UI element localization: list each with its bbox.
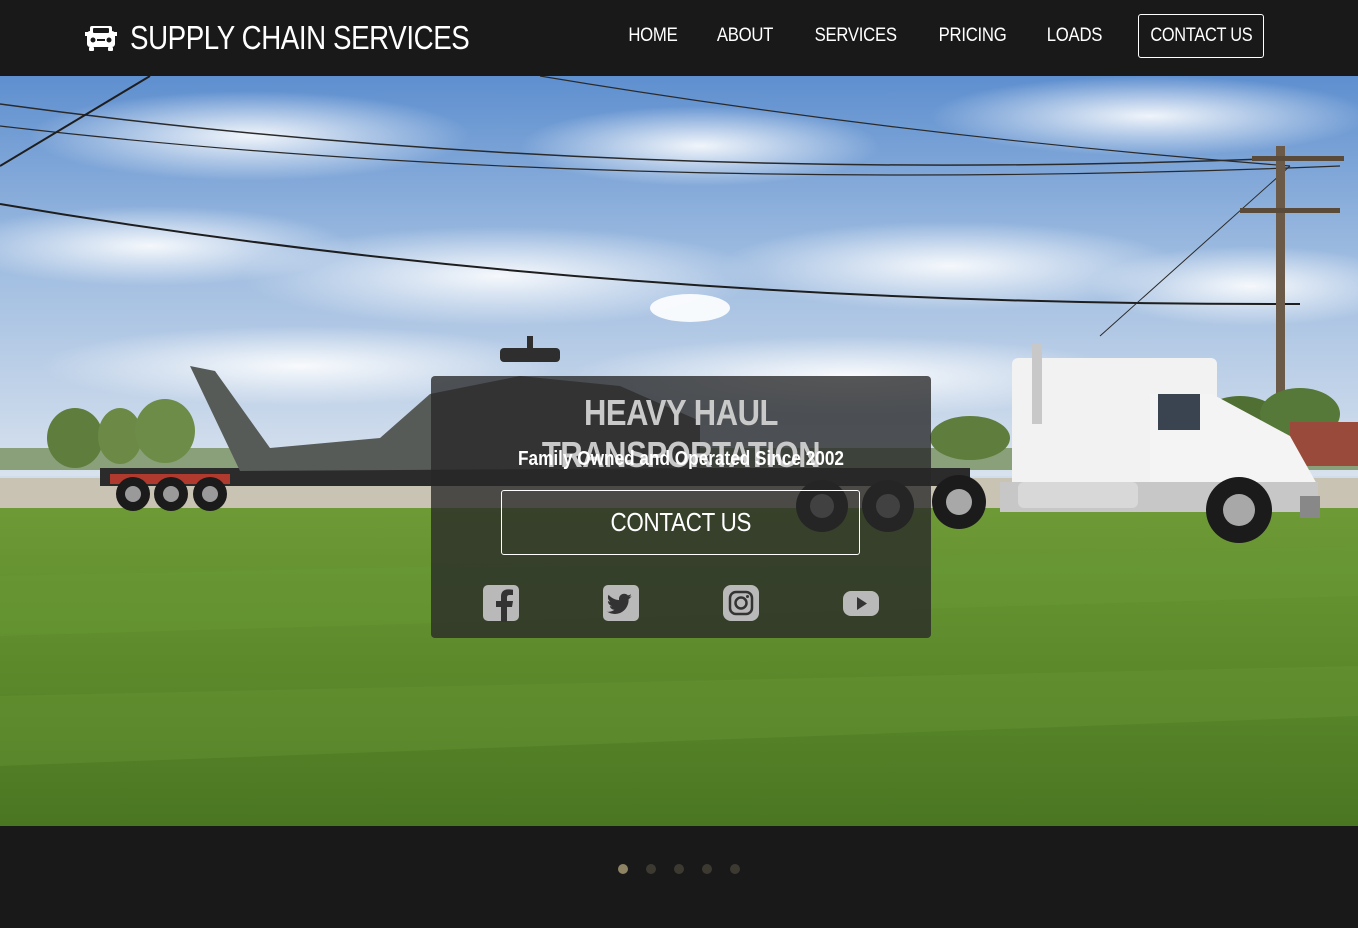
twitter-icon[interactable] bbox=[602, 584, 640, 622]
slider-dot-4[interactable] bbox=[702, 864, 712, 874]
brand-logo[interactable]: SUPPLY CHAIN SERVICES bbox=[84, 16, 534, 60]
hero-overlay-card: HEAVY HAUL TRANSPORTATION Family Owned a… bbox=[431, 376, 931, 638]
hero-section: HEAVY HAUL TRANSPORTATION Family Owned a… bbox=[0, 76, 1358, 826]
social-links bbox=[431, 584, 931, 624]
youtube-icon[interactable] bbox=[842, 584, 880, 622]
slider-pagination bbox=[0, 864, 1358, 878]
nav-contact-button[interactable]: CONTACT US bbox=[1138, 14, 1264, 58]
hero-subtitle: Family Owned and Operated Since 2002 bbox=[518, 448, 844, 470]
nav-contact-label: CONTACT US bbox=[1149, 25, 1253, 46]
hero-contact-label: CONTACT US bbox=[610, 507, 751, 537]
slider-dot-5[interactable] bbox=[730, 864, 740, 874]
brand-title: SUPPLY CHAIN SERVICES bbox=[130, 19, 470, 56]
slider-dot-1[interactable] bbox=[618, 864, 628, 874]
nav-about[interactable]: ABOUT bbox=[717, 25, 774, 47]
navbar: SUPPLY CHAIN SERVICES HOME ABOUT SERVICE… bbox=[0, 0, 1358, 76]
main-nav: HOME ABOUT SERVICES PRICING LOADS CONTAC… bbox=[593, 14, 1264, 58]
instagram-icon[interactable] bbox=[722, 584, 760, 622]
nav-pricing[interactable]: PRICING bbox=[939, 25, 1007, 47]
slider-dot-2[interactable] bbox=[646, 864, 656, 874]
slider-dot-3[interactable] bbox=[674, 864, 684, 874]
nav-home[interactable]: HOME bbox=[628, 25, 677, 47]
nav-services[interactable]: SERVICES bbox=[814, 25, 896, 47]
hero-contact-button[interactable]: CONTACT US bbox=[501, 490, 860, 555]
truck-icon bbox=[85, 26, 117, 51]
facebook-icon[interactable] bbox=[482, 584, 520, 622]
nav-loads[interactable]: LOADS bbox=[1047, 25, 1103, 47]
